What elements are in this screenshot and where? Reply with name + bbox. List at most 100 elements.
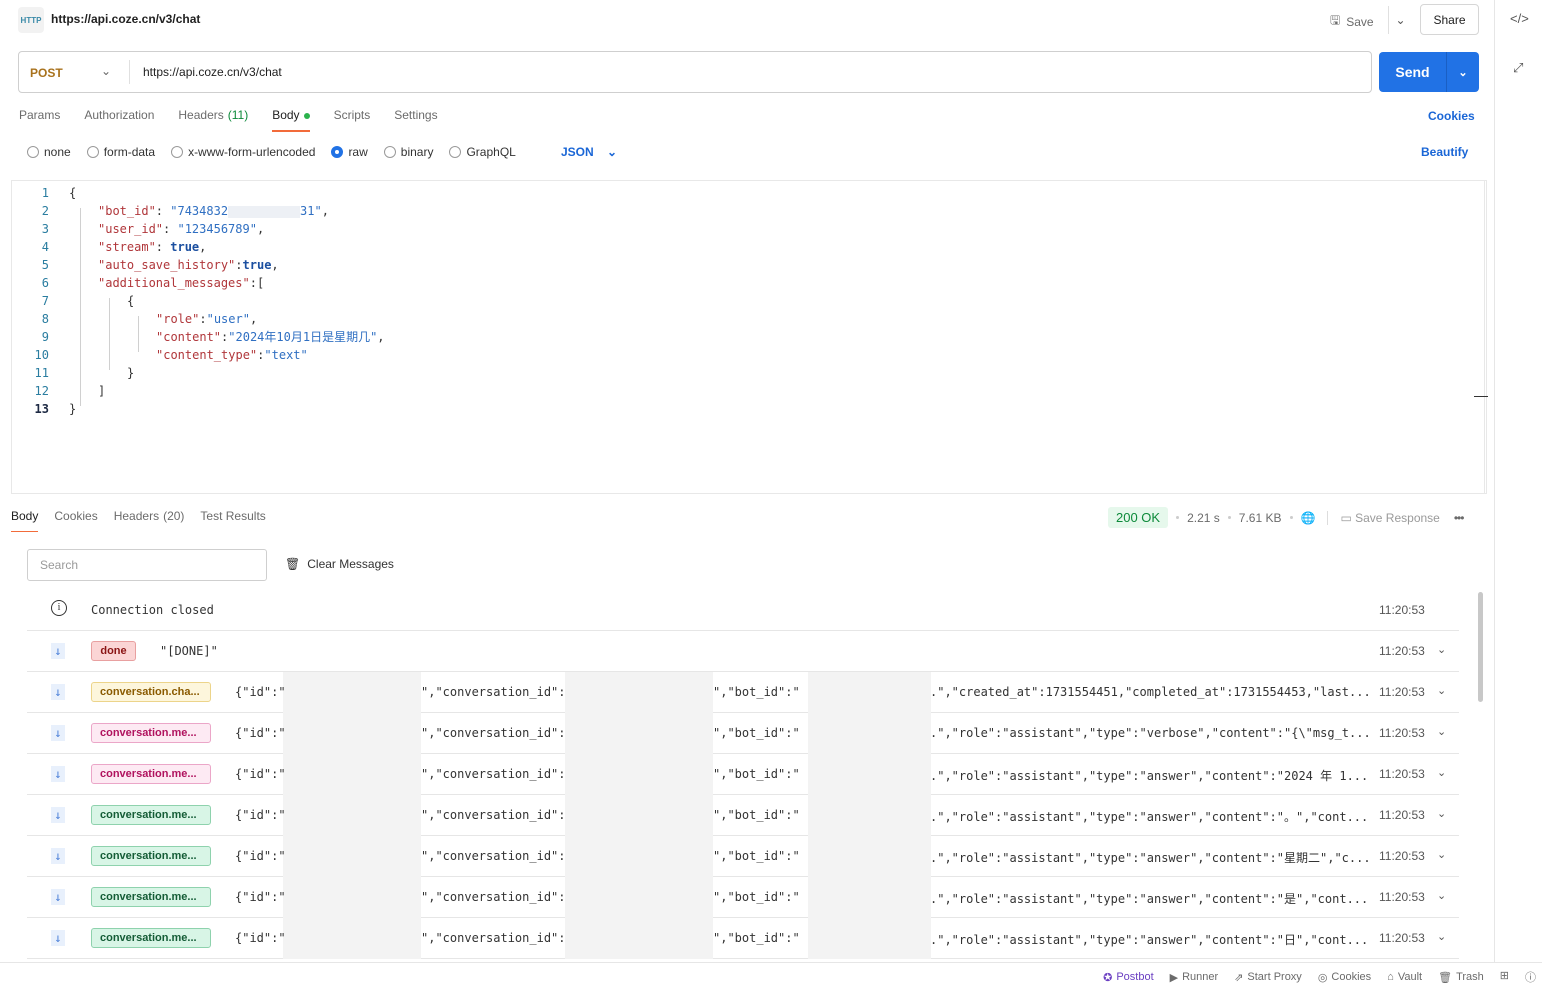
- expand-icon[interactable]: ⤢: [1513, 60, 1523, 76]
- response-tab-body[interactable]: Body: [11, 509, 39, 532]
- chevron-down-icon[interactable]: ⌄: [1437, 848, 1446, 861]
- event-tag: conversation.me...: [91, 805, 211, 825]
- response-tab-headers[interactable]: Headers (20): [114, 509, 185, 531]
- footer-trash[interactable]: 🗑 Trash: [1438, 969, 1484, 985]
- timestamp: 11:20:53: [1379, 726, 1425, 740]
- footer-start-proxy[interactable]: ⇗ Start Proxy: [1234, 969, 1302, 985]
- send-options-chevron-icon[interactable]: ⌄: [1446, 52, 1479, 92]
- clear-messages-button[interactable]: 🗑 Clear Messages: [285, 557, 394, 571]
- send-label[interactable]: Send: [1379, 52, 1446, 92]
- beautify-link[interactable]: Beautify: [1421, 145, 1468, 159]
- help-icon[interactable]: ⓘ: [1525, 969, 1536, 985]
- footer-postbot[interactable]: ✪ Postbot: [1103, 969, 1154, 985]
- radio-circle[interactable]: [383, 146, 396, 158]
- message-data: {"id":": [235, 767, 286, 781]
- message-row[interactable]: ↓ conversation.me... {"id":" ","conversatio…: [27, 713, 1459, 754]
- chevron-down-icon[interactable]: ⌄: [1437, 807, 1446, 820]
- message-data: .","role":"assistant","type":"answer","c…: [930, 933, 1369, 947]
- chevron-down-icon[interactable]: ⌄: [1437, 766, 1446, 779]
- body-editor[interactable]: 1{2 "bot_id": "7434832 31", 3 "user_id": "12…: [11, 180, 1488, 494]
- arrow-down-icon: ↓: [51, 807, 65, 823]
- radio-label: binary: [400, 145, 434, 159]
- tab-scripts[interactable]: Scripts: [334, 108, 371, 130]
- save-options-chevron-icon[interactable]: ⌄: [1388, 6, 1412, 34]
- list-scrollbar[interactable]: [1478, 592, 1483, 702]
- code-token: "123456789": [177, 222, 257, 236]
- request-title[interactable]: https://api.coze.cn/v3/chat: [51, 12, 200, 26]
- code-token: :: [235, 258, 243, 272]
- message-data: ","conversation_id":: [421, 726, 566, 740]
- layout-icon[interactable]: ⊞: [1500, 969, 1509, 985]
- radio-label: none: [44, 145, 71, 159]
- radio-form-data[interactable]: form-data: [86, 145, 155, 159]
- chevron-down-icon[interactable]: ⌄: [1437, 643, 1446, 656]
- message-data: {"id":": [235, 685, 286, 699]
- chevron-down-icon[interactable]: ⌄: [101, 64, 111, 78]
- footer-vault[interactable]: ⌂ Vault: [1387, 969, 1422, 985]
- tab-params[interactable]: Params: [19, 108, 60, 130]
- code-line: 13}: [12, 400, 385, 418]
- message-row[interactable]: ↓ conversation.me... {"id":" ","conversatio…: [27, 754, 1459, 795]
- cookies-link[interactable]: Cookies: [1428, 109, 1475, 123]
- share-button[interactable]: Share: [1420, 4, 1479, 35]
- response-tab-cookies[interactable]: Cookies: [54, 509, 97, 531]
- url-input[interactable]: https://api.coze.cn/v3/chat: [143, 65, 282, 79]
- connection-row[interactable]: i Connection closed 11:20:53: [27, 590, 1459, 631]
- message-row[interactable]: ↓ conversation.cha... {"id":" ","conversati…: [27, 672, 1459, 713]
- status-bar: ✪ Postbot ▶ Runner ⇗ Start Proxy ◎ Cookies ⌂ Vaul…: [0, 962, 1542, 986]
- message-row[interactable]: ↓ conversation.me... {"id":" ","conversatio…: [27, 795, 1459, 836]
- footer-label: Vault: [1397, 971, 1423, 983]
- status-badge[interactable]: 200 OK: [1108, 507, 1169, 528]
- editor-scrollbar[interactable]: [1484, 181, 1485, 493]
- message-data: ","bot_id":": [713, 685, 800, 699]
- line-number: 8: [41, 312, 49, 326]
- response-tab-test-results[interactable]: Test Results: [200, 509, 265, 531]
- chevron-down-icon[interactable]: ⌄: [1437, 889, 1446, 902]
- tab-headers[interactable]: Headers (11): [178, 108, 248, 130]
- line-number: 10: [34, 348, 49, 362]
- code-token: true: [170, 240, 200, 254]
- radio-circle[interactable]: [331, 146, 344, 158]
- radio-circle[interactable]: [449, 146, 462, 158]
- save-response-button[interactable]: ▭ Save Response: [1340, 511, 1439, 525]
- event-tag: done: [91, 641, 136, 661]
- radio-circle[interactable]: [27, 146, 39, 158]
- chevron-down-icon[interactable]: ⌄: [1437, 725, 1446, 738]
- network-globe-icon[interactable]: 🌐: [1301, 511, 1316, 525]
- footer-runner[interactable]: ▶ Runner: [1170, 969, 1219, 985]
- radio-circle[interactable]: [86, 146, 99, 158]
- arrow-down-icon: ↓: [51, 889, 65, 905]
- response-size[interactable]: 7.61 KB: [1239, 511, 1282, 525]
- more-options-icon[interactable]: •••: [1454, 511, 1465, 525]
- tab-body[interactable]: Body: [272, 108, 310, 132]
- method-select[interactable]: POST: [30, 66, 63, 80]
- code-snippet-icon[interactable]: </>: [1510, 11, 1529, 26]
- radio-GraphQL[interactable]: GraphQL: [449, 145, 516, 159]
- code-line: 10 "content_type":"text": [12, 346, 385, 364]
- tab-settings[interactable]: Settings: [394, 108, 437, 130]
- message-data: ","conversation_id":: [421, 685, 566, 699]
- radio-raw[interactable]: raw: [331, 145, 368, 159]
- arrow-down-icon: ↓: [51, 766, 65, 782]
- message-row[interactable]: ↓ done "[DONE]" 11:20:53 ⌄: [27, 631, 1459, 672]
- footer-cookies[interactable]: ◎ Cookies: [1318, 969, 1371, 985]
- chevron-down-icon[interactable]: ⌄: [1437, 684, 1446, 697]
- radio-x-www-form-urlencoded[interactable]: x-www-form-urlencoded: [171, 145, 315, 159]
- code-text: }: [49, 364, 134, 382]
- save-button[interactable]: 🖫 Save: [1330, 11, 1374, 32]
- message-row[interactable]: ↓ conversation.me... {"id":" ","conversatio…: [27, 836, 1459, 877]
- response-time[interactable]: 2.21 s: [1187, 511, 1220, 525]
- message-row[interactable]: ↓ conversation.me... {"id":" ","conversatio…: [27, 877, 1459, 918]
- format-select[interactable]: JSON ⌄: [561, 145, 617, 159]
- radio-binary[interactable]: binary: [383, 145, 434, 159]
- message-row[interactable]: ↓ conversation.me... {"id":" ","conversatio…: [27, 918, 1459, 959]
- radio-none[interactable]: none: [27, 145, 71, 159]
- send-button[interactable]: Send ⌄: [1379, 52, 1479, 92]
- chevron-down-icon[interactable]: ⌄: [1437, 930, 1446, 943]
- redacted-block: [565, 713, 713, 754]
- redacted-block: [565, 918, 713, 959]
- search-input[interactable]: Search: [27, 549, 267, 581]
- code-token: "bot_id": [98, 204, 156, 218]
- radio-circle[interactable]: [171, 146, 184, 158]
- tab-authorization[interactable]: Authorization: [84, 108, 154, 130]
